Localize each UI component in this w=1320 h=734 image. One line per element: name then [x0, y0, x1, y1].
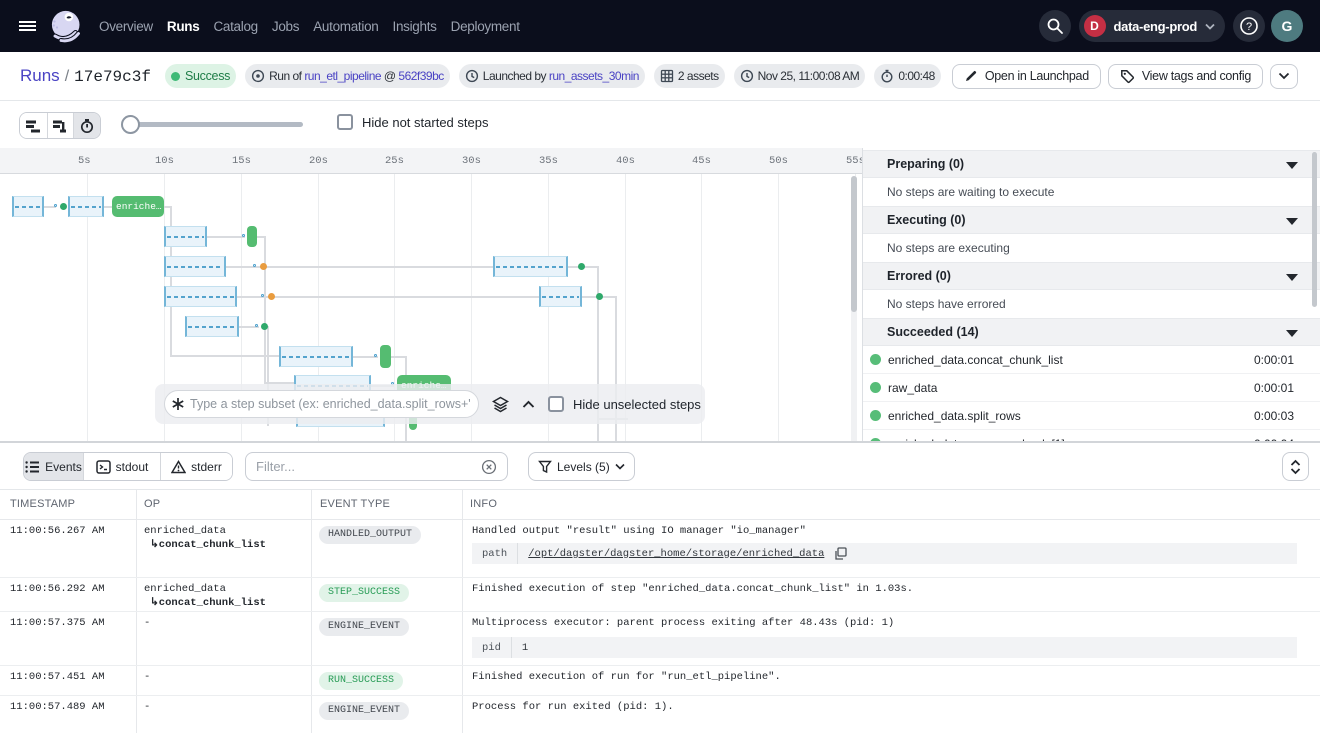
svg-text:?: ? — [1246, 21, 1252, 33]
